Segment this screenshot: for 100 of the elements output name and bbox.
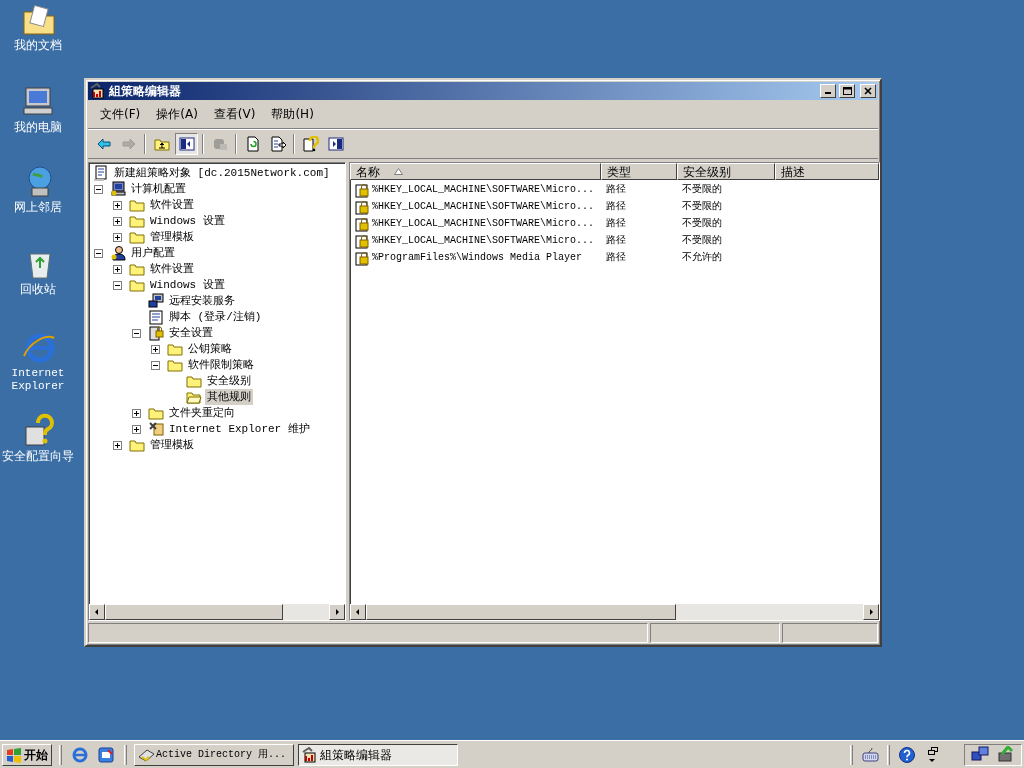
minimize-icon [825, 92, 831, 94]
menu-item[interactable]: 查看(V) [205, 103, 264, 125]
column-header[interactable]: 描述 [775, 163, 879, 180]
document-icon [93, 165, 109, 181]
column-header[interactable]: 名称 [350, 163, 601, 180]
expand-icon[interactable] [132, 408, 141, 418]
rule-name: %HKEY_LOCAL_MACHINE\SOFTWARE\Micro... [372, 234, 595, 248]
tree-item[interactable]: 其他规则 [205, 388, 253, 406]
folder-document-icon [20, 2, 56, 36]
tree-item[interactable]: 计算机配置 [129, 180, 188, 198]
folder-up-icon [153, 136, 170, 152]
rule-type: 路径 [605, 251, 627, 265]
tree-item[interactable]: 安全设置 [167, 324, 215, 342]
tree-item[interactable]: 管理模板 [148, 436, 196, 454]
tree-button[interactable] [175, 133, 198, 155]
icon-label[interactable]: 网上邻居 [14, 201, 62, 214]
folder-icon [129, 261, 145, 277]
column-header[interactable]: 类型 [601, 163, 677, 180]
expand-icon[interactable] [113, 440, 122, 450]
tree-item[interactable]: 软件设置 [148, 196, 196, 214]
lock-document-icon [354, 232, 370, 249]
menu-item[interactable]: 文件(F) [92, 103, 149, 125]
open-folder-icon [186, 389, 202, 405]
expand-icon[interactable] [113, 232, 122, 242]
rule-name: %HKEY_LOCAL_MACHINE\SOFTWARE\Micro... [372, 217, 595, 231]
tree-item[interactable]: 用户配置 [129, 244, 177, 262]
right-arrow-icon [333, 608, 341, 616]
network-computers-icon [971, 745, 989, 764]
tree-item[interactable]: Windows 设置 [148, 276, 227, 294]
expand-icon[interactable] [113, 264, 122, 274]
tree-item[interactable]: 远程安装服务 [167, 292, 237, 310]
collapse-icon[interactable] [151, 360, 160, 370]
close-icon [863, 86, 873, 96]
window-restore-icon [928, 747, 938, 762]
security-level: 不受限的 [681, 200, 723, 214]
scroll-thumb[interactable] [105, 604, 283, 620]
menu-item[interactable]: 操作(A) [148, 103, 206, 125]
collapse-icon[interactable] [113, 280, 122, 290]
tree-item[interactable]: 安全级别 [205, 372, 253, 390]
column-header[interactable]: 安全级别 [677, 163, 775, 180]
icon-label[interactable]: 我的电脑 [14, 121, 62, 134]
back-arrow-icon [95, 136, 112, 152]
computer-icon [110, 181, 126, 197]
tree-item[interactable]: Internet Explorer 维护 [167, 420, 312, 438]
folder-icon [167, 357, 183, 373]
rule-name: %ProgramFiles%\Windows Media Player [372, 251, 583, 265]
icon-label[interactable]: 回收站 [20, 283, 56, 296]
folder-icon [129, 277, 145, 293]
taskbar-button[interactable]: 組策略编辑器 [298, 743, 458, 766]
computer-icon [148, 293, 164, 309]
tree-item[interactable]: 公钥策略 [186, 340, 234, 358]
lock-document-icon [354, 215, 370, 232]
collapse-icon[interactable] [94, 248, 103, 258]
maximize-button[interactable] [839, 84, 855, 98]
folder-icon [186, 373, 202, 389]
show-desktop-icon [97, 745, 115, 764]
tree-item[interactable]: 管理模板 [148, 228, 196, 246]
right-arrow-icon [867, 608, 875, 616]
tree-item[interactable]: Windows 设置 [148, 212, 227, 230]
icon-label[interactable]: Internet Explorer [0, 367, 76, 393]
tree-item[interactable]: 新建組策略对象 [dc.2015Network.com] [112, 164, 332, 182]
rule-type: 路径 [605, 234, 627, 248]
expand-icon[interactable] [113, 216, 122, 226]
security-level: 不受限的 [681, 234, 723, 248]
security-level: 不受限的 [681, 183, 723, 197]
icon-label[interactable]: 安全配置向导 [2, 450, 74, 463]
scroll-right-button[interactable] [863, 604, 879, 620]
forward-arrow-icon [120, 136, 137, 152]
tree-item[interactable]: 脚本 (登录/注销) [167, 308, 264, 326]
tools-icon [148, 421, 164, 437]
scroll-thumb[interactable] [366, 604, 676, 620]
scroll-right-button[interactable] [329, 604, 345, 620]
taskbar-button[interactable]: Active Directory 用... [134, 743, 294, 766]
browser-icon [71, 745, 89, 764]
expand-icon[interactable] [151, 344, 160, 354]
collapse-icon[interactable] [132, 328, 141, 338]
expand-icon[interactable] [113, 200, 122, 210]
collapse-icon[interactable] [94, 184, 103, 194]
scroll-left-button[interactable] [350, 604, 366, 620]
scroll-left-button[interactable] [89, 604, 105, 620]
expand-icon[interactable] [132, 424, 141, 434]
close-button[interactable] [860, 84, 876, 98]
security-level: 不允许的 [681, 251, 723, 265]
tree-item[interactable]: 软件限制策略 [186, 356, 256, 374]
tree-item[interactable]: 文件夹重定向 [167, 404, 237, 422]
window-title: 組策略编辑器 [109, 83, 181, 100]
tree-pane-icon [178, 136, 195, 152]
left-arrow-icon [354, 608, 362, 616]
tree-item[interactable]: 软件设置 [148, 260, 196, 278]
user-icon [110, 245, 126, 261]
folder-icon [129, 229, 145, 245]
action-pane-icon [327, 136, 344, 152]
menu-item[interactable]: 帮助(H) [263, 103, 322, 125]
start-button[interactable]: 开始 [2, 743, 52, 766]
left-arrow-icon [93, 608, 101, 616]
script-icon [148, 309, 164, 325]
icon-label[interactable]: 我的文档 [14, 39, 62, 52]
folder-icon [129, 437, 145, 453]
minimize-button[interactable] [820, 84, 836, 98]
help-icon [302, 136, 319, 152]
